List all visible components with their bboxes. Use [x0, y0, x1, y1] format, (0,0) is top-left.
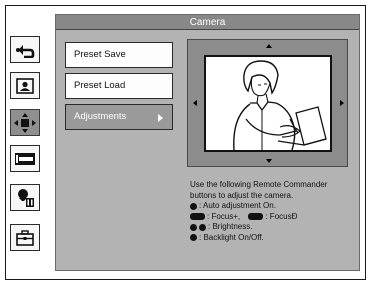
back-button[interactable] [10, 36, 40, 63]
submenu-arrow-icon [158, 114, 163, 122]
help-intro-2: buttons to adjust the camera. [190, 190, 294, 200]
memory-card-button[interactable] [10, 145, 40, 172]
camera-preview-image [204, 55, 332, 152]
menu-item-label: Preset Load [74, 80, 126, 91]
tilt-down-arrow-icon[interactable] [266, 159, 272, 163]
toolbox-button[interactable] [10, 224, 40, 251]
portrait-icon [16, 77, 34, 94]
brightness-up-button-icon [199, 223, 206, 231]
help-focus-minus: : FocusÐ [265, 211, 298, 221]
help-intro-1: Use the following Remote Commander [190, 180, 328, 189]
help-backlight: : Backlight On/Off. [199, 232, 264, 242]
pan-tilt-icon [14, 112, 36, 133]
pan-left-arrow-icon[interactable] [193, 100, 197, 106]
help-backlight-line: : Backlight On/Off. [190, 233, 360, 244]
help-focus-line: : Focus+, : FocusÐ [190, 212, 360, 223]
preset-button[interactable] [10, 72, 40, 99]
help-auto-line: : Auto adjustment On. [190, 201, 360, 212]
help-text: Use the following Remote Commander butto… [190, 180, 360, 244]
pan-right-arrow-icon[interactable] [340, 100, 344, 106]
focus-minus-button-icon [248, 213, 264, 221]
window-title: Camera [56, 15, 359, 30]
pan-tilt-button[interactable] [10, 109, 40, 136]
auto-button-icon [190, 202, 197, 210]
toolbox-icon [15, 229, 35, 247]
brightness-down-button-icon [190, 223, 197, 231]
menu-item-label: Adjustments [74, 111, 127, 122]
menu-item-preset-load[interactable]: Preset Load [65, 73, 173, 99]
menu-item-adjustments[interactable]: Adjustments [65, 104, 173, 130]
help-brightness-line: : Brightness. [190, 222, 360, 233]
camera-window: Camera Preset Save Preset Load Adjustmen… [55, 14, 360, 271]
menu-item-preset-save[interactable]: Preset Save [65, 42, 173, 68]
menu-item-label: Preset Save [74, 49, 126, 60]
focus-plus-button-icon [190, 213, 205, 221]
back-arrow-icon [15, 42, 35, 58]
help-brightness: : Brightness. [208, 222, 253, 232]
backlight-button-icon [190, 234, 197, 242]
camera-setup-icon [14, 188, 36, 208]
camera-preview-panel [187, 39, 348, 167]
camera-setup-button[interactable] [10, 184, 40, 211]
help-focus-plus: : Focus+, [207, 211, 241, 221]
tilt-up-arrow-icon[interactable] [266, 44, 272, 48]
help-auto: : Auto adjustment On. [199, 201, 276, 211]
memory-card-icon [14, 151, 36, 167]
